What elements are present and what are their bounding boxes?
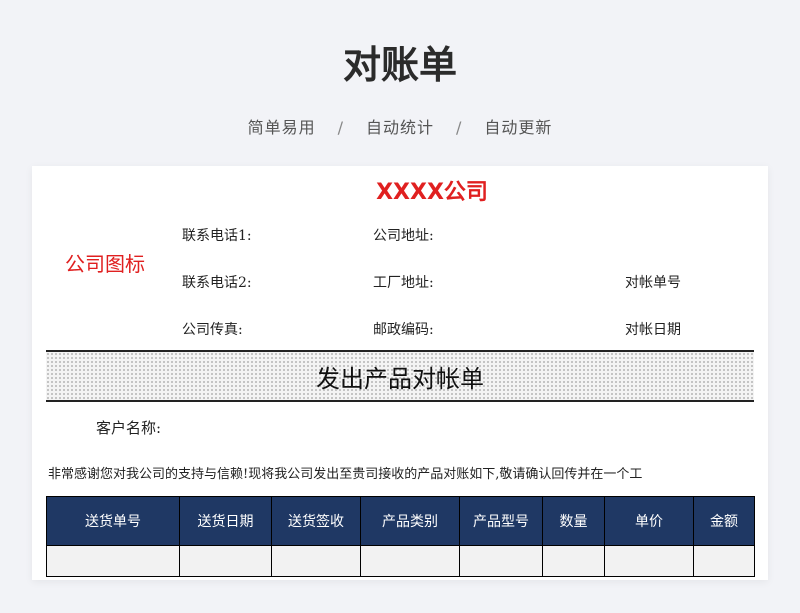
statement-banner: 发出产品对帐单	[46, 350, 754, 402]
table-cell[interactable]	[604, 545, 694, 577]
tagline-item-auto-update: 自动更新	[484, 118, 553, 137]
column-header-unit-price: 单价	[604, 496, 694, 546]
company-name: XXXX公司	[376, 180, 488, 205]
banner-title: 发出产品对帐单	[316, 364, 484, 393]
statement-number-label: 对帐单号	[625, 275, 681, 291]
table-cell[interactable]	[46, 545, 180, 577]
column-header-delivery-no: 送货单号	[46, 496, 180, 546]
statement-date-label: 对帐日期	[625, 322, 681, 338]
column-header-quantity: 数量	[542, 496, 605, 546]
factory-address-label: 工厂地址:	[373, 275, 434, 291]
table-cell[interactable]	[542, 545, 605, 577]
fax-label: 公司传真:	[182, 322, 243, 338]
column-header-delivery-date: 送货日期	[179, 496, 272, 546]
tagline-item-auto-stats: 自动统计	[365, 118, 434, 137]
table-row	[46, 545, 755, 577]
column-header-amount: 金额	[693, 496, 755, 546]
table-cell[interactable]	[459, 545, 543, 577]
table-cell[interactable]	[179, 545, 272, 577]
tagline-separator: /	[456, 118, 463, 137]
table-cell[interactable]	[360, 545, 460, 577]
tagline-separator: /	[337, 118, 344, 137]
table-header-row: 送货单号 送货日期 送货签收 产品类别 产品型号 数量 单价 金额	[46, 496, 755, 546]
column-header-product-model: 产品型号	[459, 496, 543, 546]
statement-sheet: XXXX公司 公司图标 联系电话1: 联系电话2: 公司传真: 公司地址: 工厂…	[32, 166, 768, 580]
postal-code-label: 邮政编码:	[373, 322, 434, 338]
column-header-delivery-sign: 送货签收	[271, 496, 361, 546]
tagline-item-easy: 简单易用	[247, 118, 316, 137]
tagline: 简单易用 / 自动统计 / 自动更新	[0, 114, 800, 138]
page-title: 对账单	[342, 43, 457, 87]
notice-text: 非常感谢您对我公司的支持与信赖!现将我公司发出至贵司接收的产品对账如下,敬请确认…	[48, 467, 643, 482]
table-cell[interactable]	[271, 545, 361, 577]
address-label: 公司地址:	[373, 228, 434, 244]
customer-name-label: 客户名称:	[96, 419, 162, 437]
phone2-label: 联系电话2:	[182, 275, 252, 291]
column-header-product-category: 产品类别	[360, 496, 460, 546]
delivery-table: 送货单号 送货日期 送货签收 产品类别 产品型号 数量 单价 金额	[46, 496, 755, 577]
company-logo-placeholder: 公司图标	[65, 252, 145, 276]
table-cell[interactable]	[693, 545, 755, 577]
phone1-label: 联系电话1:	[182, 228, 252, 244]
